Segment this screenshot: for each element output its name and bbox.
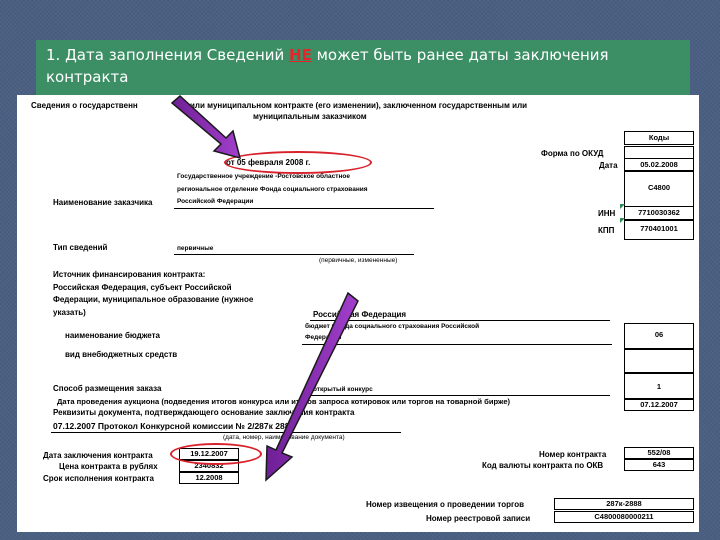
banner-line-1: 1. Дата заполнения Сведений НЕ может быт… bbox=[46, 46, 609, 64]
budget-label: наименование бюджета bbox=[65, 331, 160, 340]
inn-value: 7710030362 bbox=[624, 206, 694, 220]
code-cell: C4800 bbox=[624, 171, 694, 207]
date-label: Дата bbox=[599, 161, 618, 170]
kpp-label: КПП bbox=[598, 226, 615, 235]
extra-funds-code bbox=[624, 349, 694, 373]
inn-label: ИНН bbox=[598, 209, 616, 218]
notice-label: Номер извещения о проведении торгов bbox=[366, 500, 525, 509]
type-value: первичные bbox=[177, 245, 214, 252]
budget-value-line2: Федерации bbox=[305, 334, 342, 341]
doc-title-line2: муниципальным заказчиком bbox=[253, 112, 367, 121]
registry-label: Номер реестровой записи bbox=[426, 514, 531, 523]
source-line4: указать) bbox=[53, 308, 86, 317]
budget-code: 06 bbox=[624, 323, 694, 349]
budget-value-line1: бюджет Фонда социального страхования Рос… bbox=[305, 323, 480, 330]
price-label: Цена контракта в рублях bbox=[59, 462, 158, 471]
source-line1: Источник финансирования контракта: bbox=[53, 270, 206, 279]
date-value-cell: 05.02.2008 bbox=[624, 158, 694, 171]
contract-number-label: Номер контракта bbox=[539, 450, 607, 459]
method-value: открытый конкурс bbox=[313, 386, 373, 393]
highlight-contract-date bbox=[170, 443, 262, 465]
customer-underline bbox=[174, 208, 434, 209]
customer-name-line1: Государственное учреждение -Ростовское о… bbox=[177, 173, 350, 180]
banner-line-2: контракта bbox=[46, 68, 129, 86]
source-value: Российская Федерация bbox=[313, 310, 407, 319]
term-value: 12.2008 bbox=[179, 472, 239, 484]
codes-header: Коды bbox=[624, 131, 694, 145]
type-hint: (первичные, измененные) bbox=[319, 257, 398, 264]
registry-value: C4800080000211 bbox=[554, 511, 694, 523]
notice-value: 287к-2888 bbox=[554, 498, 694, 510]
doc-title-part2: или муниципальном контракте (его изменен… bbox=[190, 101, 528, 110]
doc-title-part1: Сведения о государственн bbox=[31, 101, 138, 110]
okud-label: Форма по ОКУД bbox=[541, 149, 604, 158]
extra-funds-label: вид внебюджетных средств bbox=[65, 350, 178, 359]
source-line2: Российская Федерация, субъект Российской bbox=[53, 283, 232, 292]
okv-label: Код валюты контракта по ОКВ bbox=[482, 461, 604, 470]
customer-name-line2: региональное отделение Фонда социального… bbox=[177, 186, 368, 193]
okv-value: 643 bbox=[624, 459, 694, 471]
requisites-value: 07.12.2007 Протокол Конкурсной комиссии … bbox=[53, 421, 295, 431]
method-underline bbox=[310, 395, 610, 396]
requisites-hint: (дата, номер, наименование документа) bbox=[223, 434, 345, 441]
customer-label: Наименование заказчика bbox=[53, 198, 153, 207]
type-label: Тип сведений bbox=[53, 243, 108, 252]
customer-name-line3: Российской Федерации bbox=[177, 198, 254, 205]
comment-marker bbox=[620, 204, 625, 209]
source-line3: Федерации, муниципальное образование (ну… bbox=[53, 295, 254, 304]
contract-date-label: Дата заключения контракта bbox=[43, 451, 153, 460]
method-label: Способ размещения заказа bbox=[53, 384, 162, 393]
type-underline bbox=[174, 254, 414, 255]
banner-emphasis: НЕ bbox=[289, 46, 312, 64]
kpp-value: 770401001 bbox=[624, 220, 694, 240]
budget-underline bbox=[302, 344, 612, 345]
requisites-label: Реквизиты документа, подтверждающего осн… bbox=[53, 408, 355, 417]
contract-number-value: 552/08 bbox=[624, 447, 694, 459]
comment-marker bbox=[620, 218, 625, 223]
term-label: Срок исполнения контракта bbox=[43, 474, 154, 483]
auction-label: Дата проведения аукциона (подведения ито… bbox=[57, 397, 511, 406]
method-code: 1 bbox=[624, 373, 694, 399]
highlight-sent-date bbox=[224, 151, 372, 174]
auction-date: 07.12.2007 bbox=[624, 399, 694, 411]
source-underline bbox=[310, 320, 610, 321]
slide-banner: 1. Дата заполнения Сведений НЕ может быт… bbox=[36, 40, 690, 96]
